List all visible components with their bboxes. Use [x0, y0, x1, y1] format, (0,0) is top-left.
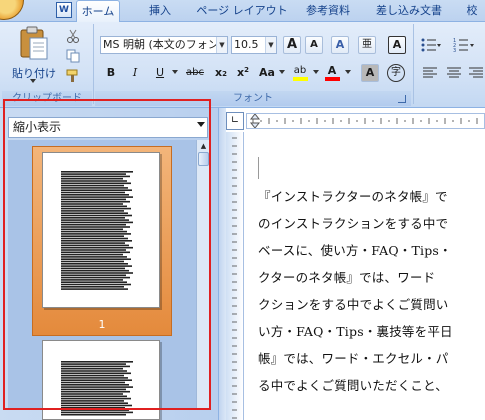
clear-format-button[interactable]: A — [331, 36, 349, 54]
svg-text:3: 3 — [453, 48, 456, 54]
ruler-ticks — [232, 137, 237, 419]
paste-button[interactable]: 貼り付け — [10, 25, 58, 89]
font-name-value: MS 明朝 (本文のフォン — [103, 38, 219, 51]
tab-home[interactable]: ホーム — [76, 0, 120, 23]
horizontal-ruler[interactable] — [246, 113, 485, 129]
font-size-value: 10.5 — [234, 38, 259, 51]
highlight-button[interactable]: ab — [290, 62, 310, 81]
cut-icon[interactable] — [66, 29, 80, 43]
pane-splitter[interactable] — [218, 108, 226, 420]
character-border-button[interactable]: A — [388, 36, 406, 54]
document-line[interactable]: る中でよくご質問いただくこと、 — [258, 375, 448, 394]
align-center-icon — [447, 67, 461, 78]
numbered-list-icon: 1 2 3 — [453, 38, 474, 54]
tab-selector[interactable]: ∟ — [226, 112, 244, 130]
tab-references[interactable]: 参考資料 — [298, 0, 358, 22]
chevron-down-icon[interactable] — [172, 70, 178, 74]
align-left-button[interactable] — [420, 64, 440, 82]
superscript-button[interactable]: x2 — [234, 64, 252, 82]
ribbon-tab-bar: W ホーム 挿入 ページ レイアウト 参考資料 差し込み文書 校 — [0, 0, 485, 23]
enclose-characters-button[interactable]: 字 — [387, 64, 405, 82]
document-line[interactable]: のインストラクションをする中で — [258, 213, 448, 232]
align-right-icon — [469, 67, 483, 78]
font-name-combo[interactable]: MS 明朝 (本文のフォン ▼ — [100, 36, 228, 54]
chevron-down-icon[interactable] — [279, 70, 285, 74]
vertical-ruler[interactable] — [226, 132, 244, 420]
chevron-down-icon[interactable] — [345, 70, 351, 74]
bold-button[interactable]: B — [102, 64, 120, 82]
tab-review[interactable]: 校 — [462, 0, 482, 22]
group-divider — [93, 24, 94, 104]
ribbon: 貼り付け クリップボード MS 明朝 (本文のフォン ▼ 10.5 ▼ A A … — [0, 22, 485, 108]
font-color-label: A — [327, 64, 337, 77]
highlight-annotation-frame — [3, 99, 211, 410]
chevron-down-icon[interactable] — [313, 70, 319, 74]
tab-mailings[interactable]: 差し込み文書 — [366, 0, 452, 22]
document-line[interactable]: 帳』では、ワード・エクセル・パ — [258, 348, 449, 367]
document-line[interactable]: クションをする中でよくご質問い — [258, 294, 449, 313]
highlight-color-bar — [293, 77, 308, 81]
document-line[interactable]: クターのネタ帳』では、ワード — [258, 267, 435, 286]
font-color-bar — [325, 77, 340, 81]
chevron-down-icon[interactable]: ▼ — [265, 37, 276, 53]
text-margin-mark — [258, 157, 259, 179]
strikethrough-button[interactable]: abc — [182, 64, 208, 82]
group-divider — [413, 24, 414, 104]
shrink-font-button[interactable]: A — [305, 36, 323, 54]
align-center-button[interactable] — [444, 64, 464, 82]
phonetic-guide-button[interactable]: 亜 — [358, 36, 376, 54]
italic-button[interactable]: I — [126, 64, 144, 82]
format-painter-icon[interactable] — [66, 69, 80, 83]
copy-icon[interactable] — [66, 49, 80, 63]
font-color-button[interactable]: A — [323, 62, 341, 81]
ruler-ticks — [249, 113, 478, 129]
align-left-icon — [423, 67, 437, 78]
subscript-button[interactable]: x2 — [212, 64, 230, 82]
underline-button[interactable]: U — [151, 64, 169, 82]
paste-icon — [20, 26, 48, 60]
highlight-label: ab — [293, 65, 307, 76]
tab-insert[interactable]: 挿入 — [138, 0, 182, 22]
document-line[interactable]: ベースに、使い方・FAQ・Tips・ — [258, 240, 452, 259]
character-shading-button[interactable]: A — [361, 64, 379, 82]
font-size-combo[interactable]: 10.5 ▼ — [231, 36, 277, 54]
tab-page-layout[interactable]: ページ レイアウト — [194, 0, 290, 22]
align-right-button[interactable] — [467, 64, 485, 82]
grow-font-button[interactable]: A — [283, 36, 301, 54]
office-button[interactable] — [0, 0, 24, 20]
chevron-down-icon[interactable]: ▼ — [216, 37, 227, 53]
dialog-launcher-icon[interactable] — [398, 95, 406, 103]
chevron-down-icon — [30, 79, 36, 83]
bullets-button[interactable] — [420, 36, 442, 54]
document-line[interactable]: い方・FAQ・Tips・裏技等を平日 — [258, 321, 453, 340]
word-icon[interactable]: W — [56, 2, 72, 18]
numbering-button[interactable]: 1 2 3 — [453, 36, 477, 54]
change-case-button[interactable]: Aa — [256, 64, 278, 82]
document-line[interactable]: 『インストラクターのネタ帳』で — [258, 186, 448, 205]
bullet-list-icon — [421, 38, 441, 52]
